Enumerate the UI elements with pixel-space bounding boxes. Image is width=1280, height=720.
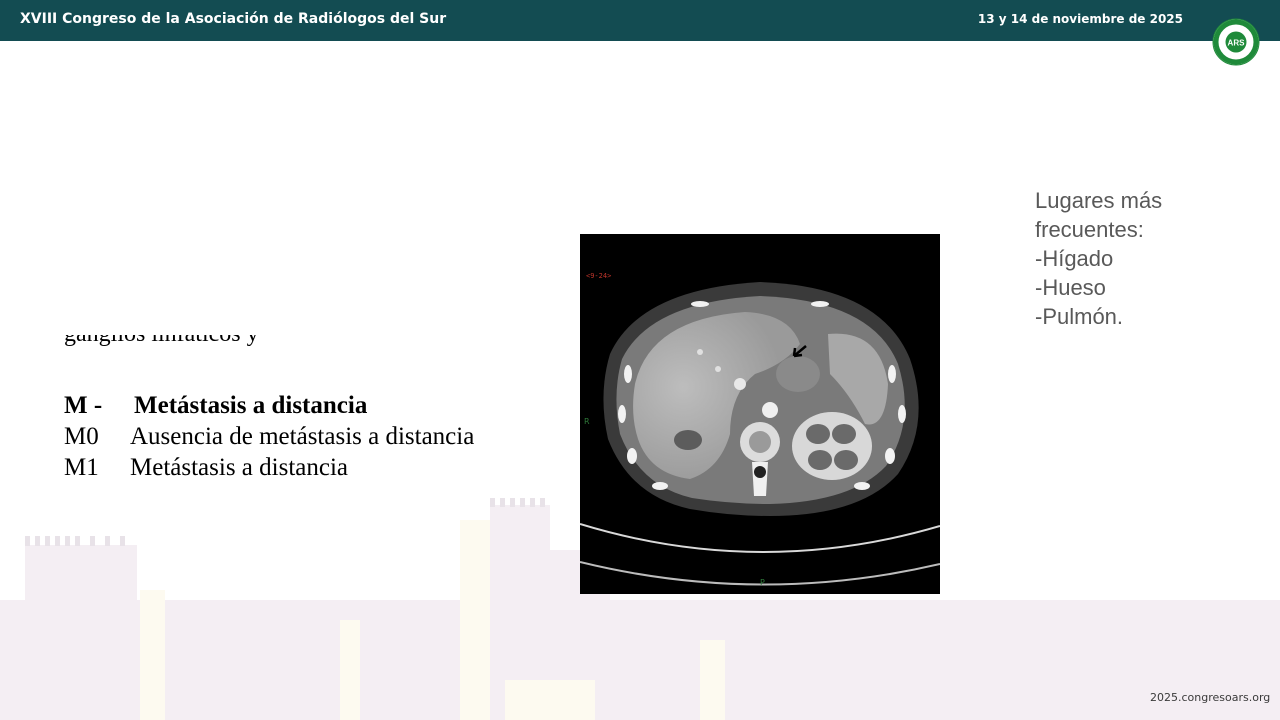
- ct-overlay-label: <9-24>: [586, 272, 611, 280]
- ct-scan-image: <9-24> R P: [580, 234, 940, 594]
- congress-date: 13 y 14 de noviembre de 2025: [977, 12, 1183, 26]
- side-note: Lugares más frecuentes: -Hígado -Hueso -…: [1035, 186, 1162, 331]
- logo-center-text: ARS: [1228, 39, 1246, 48]
- congress-title: XVIII Congreso de la Asociación de Radió…: [20, 11, 447, 27]
- side-note-line: frecuentes:: [1035, 217, 1144, 242]
- row-code: M0: [64, 423, 99, 450]
- side-note-line: -Hígado: [1035, 246, 1114, 271]
- heading-code: M -: [64, 392, 103, 419]
- ct-marker-p: P: [760, 578, 765, 587]
- clipped-text-line: ganglios linfáticos y: [64, 335, 564, 369]
- clipped-text: ganglios linfáticos y: [64, 335, 259, 348]
- row-code: M1: [64, 454, 99, 481]
- footer-url: 2025.congresoars.org: [1150, 691, 1271, 704]
- ars-logo-icon: ARS: [1212, 18, 1260, 66]
- ct-marker-r: R: [584, 417, 590, 426]
- side-note-line: -Pulmón.: [1035, 304, 1124, 329]
- side-note-line: -Hueso: [1035, 275, 1106, 300]
- row-desc: Ausencia de metástasis a distancia: [130, 423, 475, 450]
- side-note-line: Lugares más: [1035, 188, 1163, 213]
- heading-desc: Metástasis a distancia: [134, 392, 368, 419]
- row-desc: Metástasis a distancia: [130, 454, 348, 481]
- header-bar: XVIII Congreso de la Asociación de Radió…: [0, 0, 1280, 41]
